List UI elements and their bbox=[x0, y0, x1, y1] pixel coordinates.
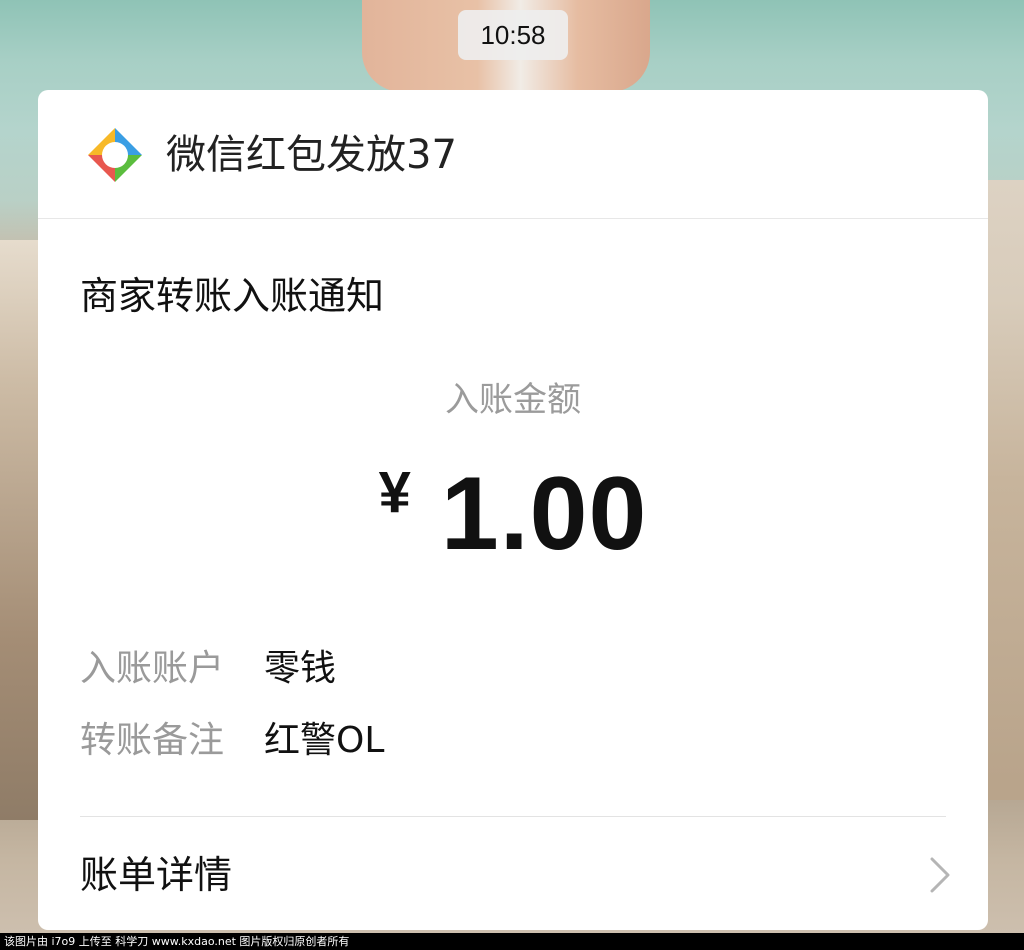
transfer-notification-card[interactable]: 微信红包发放37 商家转账入账通知 入账金额 ¥1.00 入账账户 零钱 转账备注… bbox=[38, 90, 988, 930]
info-key: 入账账户 bbox=[80, 648, 225, 689]
watermark-bar: 该图片由 i7o9 上传至 科学刀 www.kxdao.net 图片版权归原创者… bbox=[0, 933, 1024, 950]
app-logo-icon bbox=[88, 128, 142, 182]
info-value: 红警OL bbox=[264, 720, 385, 761]
card-header: 微信红包发放37 bbox=[38, 90, 988, 219]
notification-screen: 10:58 微信红包发放37 商家转账入账通知 入账金额 ¥1.00 入账账户零… bbox=[0, 0, 1024, 950]
bill-details-button[interactable]: 账单详情 bbox=[38, 817, 988, 930]
amount-label: 入账金额 bbox=[445, 380, 581, 420]
info-row-remark: 转账备注 红警OL bbox=[80, 716, 384, 772]
chevron-right-icon bbox=[930, 857, 950, 893]
bill-details-label: 账单详情 bbox=[80, 853, 233, 897]
info-key: 转账备注 bbox=[80, 720, 225, 761]
app-name: 微信红包发放37 bbox=[166, 132, 457, 178]
amount-value: 1.00 bbox=[440, 456, 648, 572]
background-ledge-right bbox=[988, 180, 1024, 800]
amount-row: ¥1.00 bbox=[38, 458, 988, 570]
status-time: 10:58 bbox=[458, 10, 568, 60]
background-ledge-left bbox=[0, 240, 38, 820]
currency-symbol: ¥ bbox=[378, 460, 411, 525]
notice-title: 商家转账入账通知 bbox=[80, 274, 385, 318]
info-row-account: 入账账户 零钱 bbox=[80, 644, 336, 700]
info-value: 零钱 bbox=[264, 648, 337, 689]
